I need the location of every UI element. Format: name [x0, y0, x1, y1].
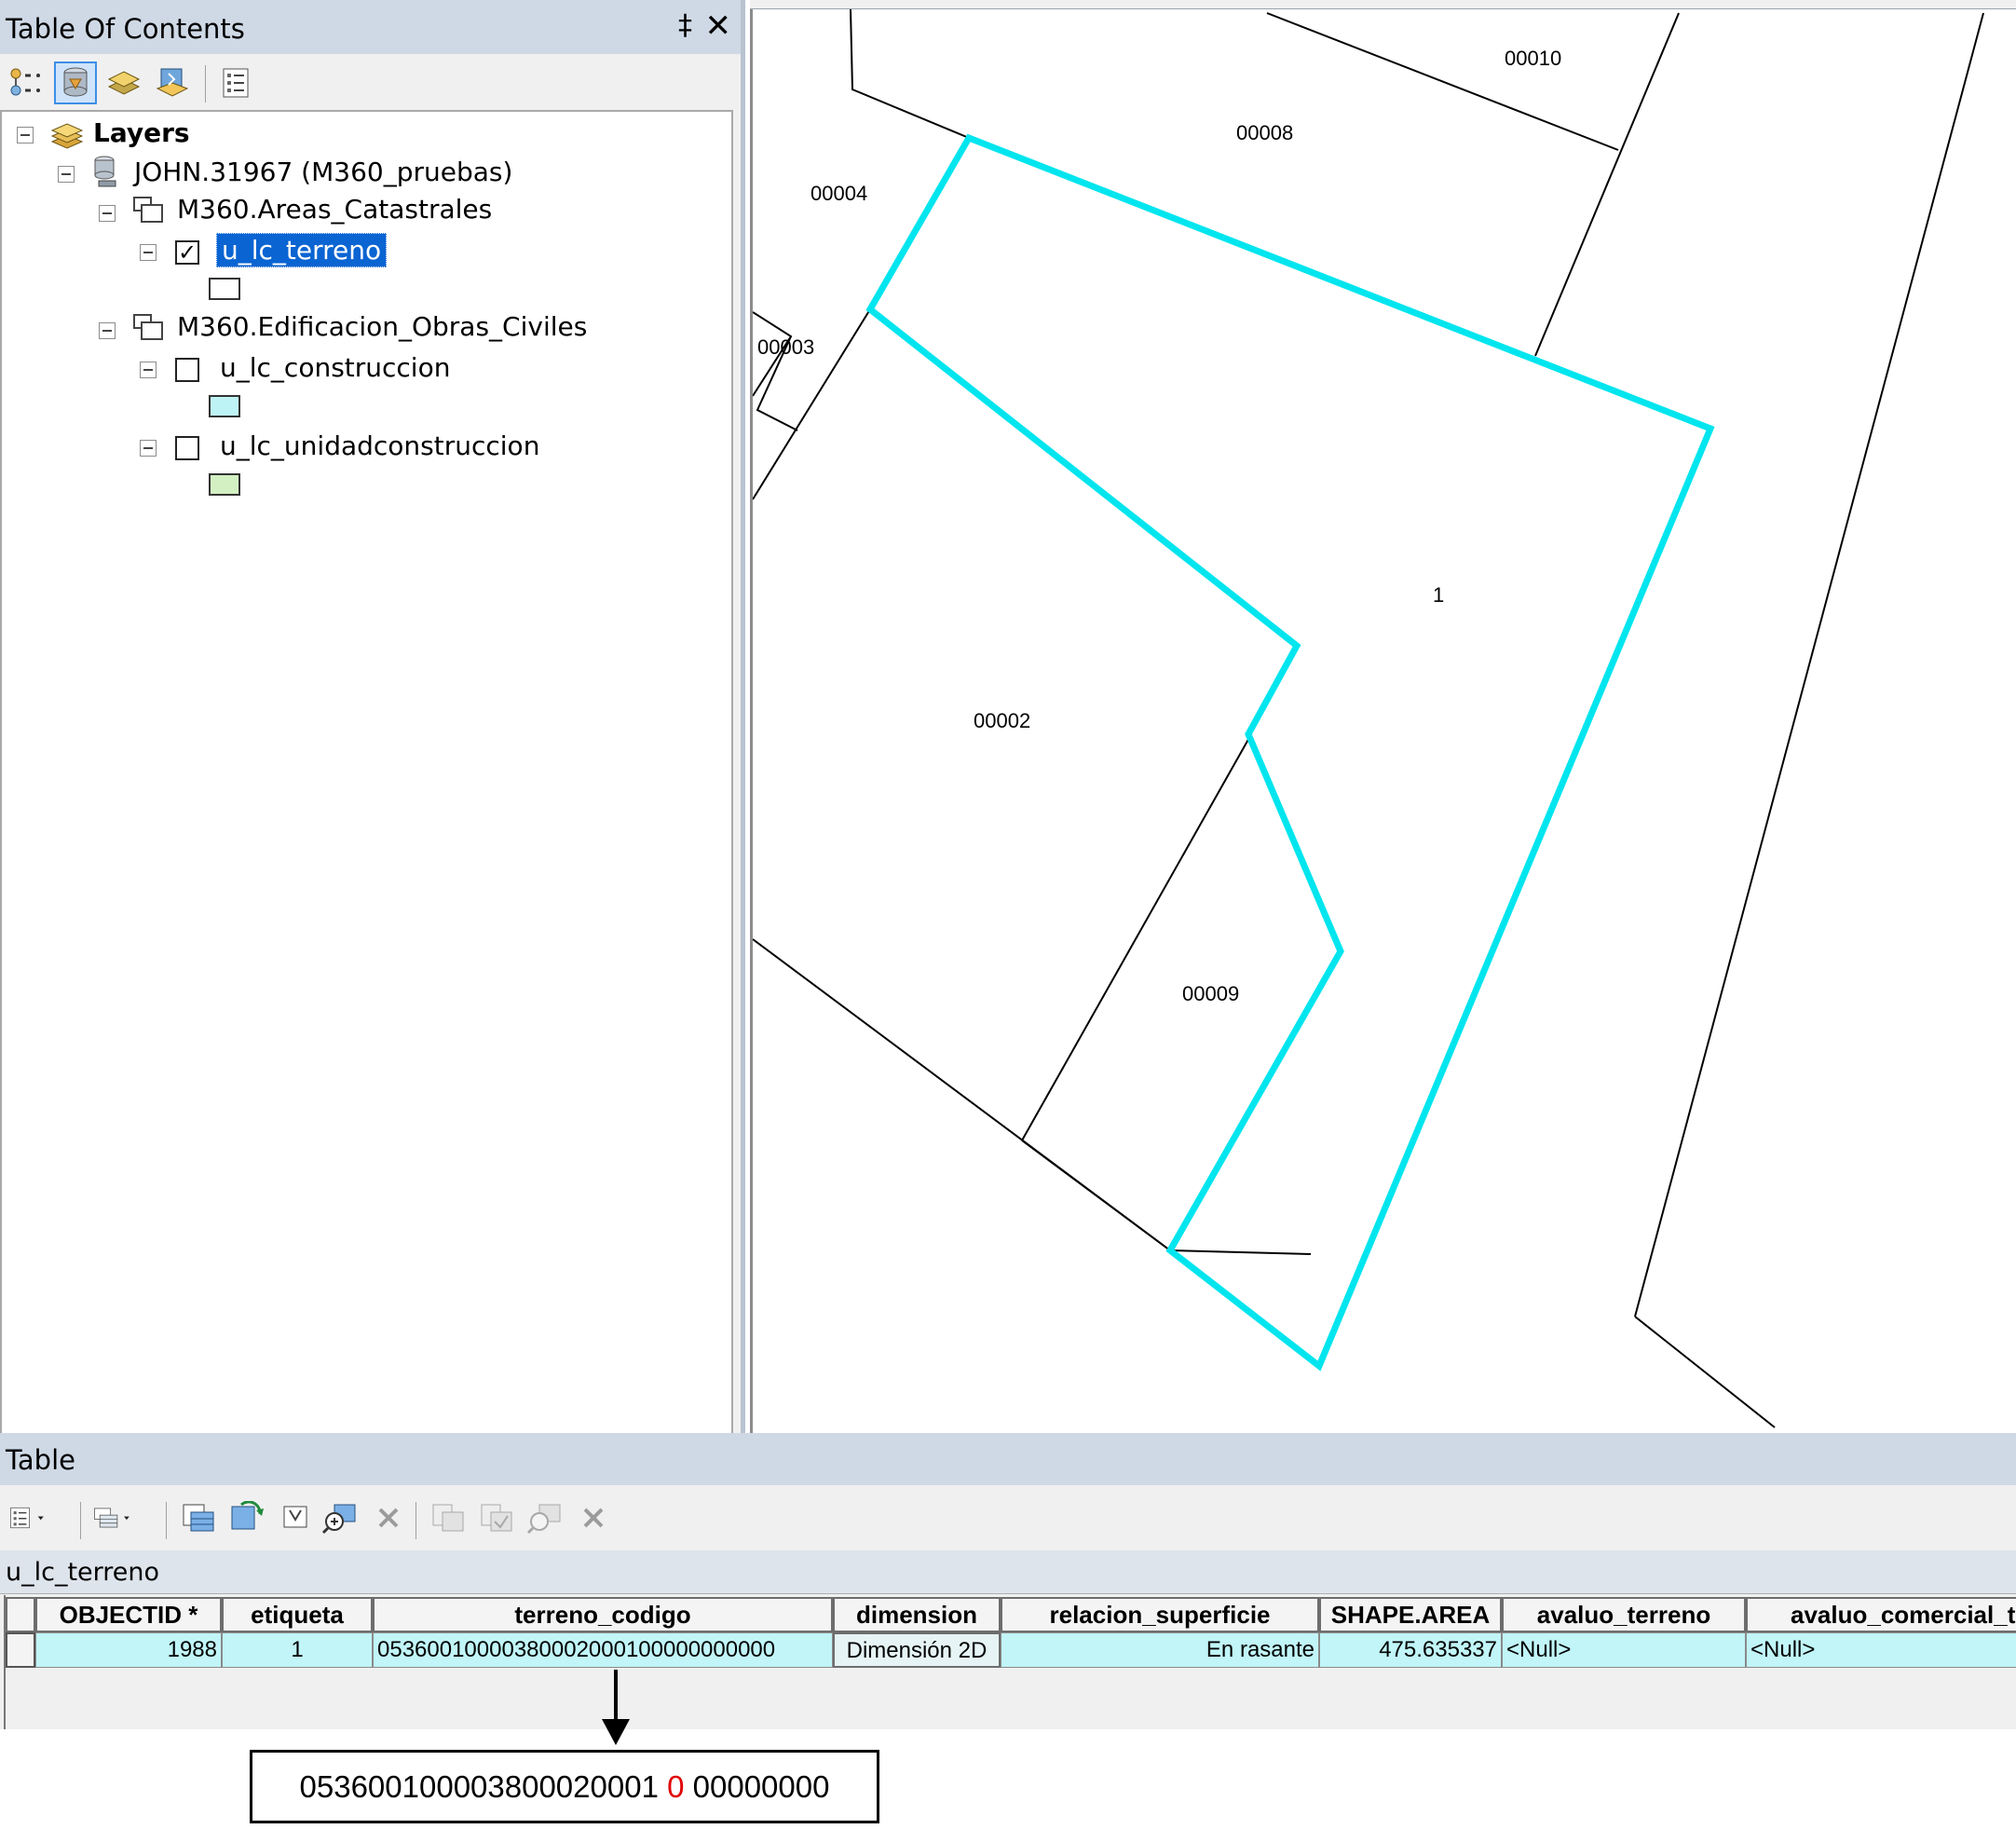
table-cell[interactable]: Dimensión 2D [833, 1632, 1001, 1668]
code-callout-box: 053600100003800020001 0 00000000 [250, 1750, 879, 1823]
table-cell[interactable]: 475.635337 [1319, 1632, 1502, 1668]
column-header[interactable]: relacion_superficie [1001, 1597, 1319, 1632]
callout-code-suffix: 00000000 [684, 1768, 830, 1804]
table-tab-label[interactable]: u_lc_terreno [6, 1558, 159, 1587]
table-cell[interactable]: <Null> [1502, 1632, 1746, 1668]
column-header[interactable]: avaluo_comercial_t [1746, 1597, 2016, 1632]
toolbar-separator [415, 1502, 416, 1539]
list-by-visibility-icon[interactable] [102, 61, 145, 104]
list-by-selection-icon[interactable] [151, 61, 194, 104]
attribute-grid: OBJECTID * etiqueta terreno_codigo dimen… [4, 1595, 2016, 1729]
list-by-drawing-order-icon[interactable] [6, 61, 48, 104]
table-title: Table [6, 1444, 75, 1476]
close-icon[interactable]: ✕ [705, 7, 732, 45]
layer-label-u-lc-construccion[interactable]: u_lc_construccion [220, 352, 450, 383]
layer-visibility-checkbox[interactable] [175, 436, 199, 460]
layer-visibility-checkbox[interactable]: ✓ [175, 240, 199, 265]
symbol-swatch[interactable] [209, 278, 240, 300]
toolbar-separator [80, 1502, 81, 1539]
table-cell[interactable]: 1 [222, 1632, 373, 1668]
toolbar-separator [166, 1502, 167, 1539]
table-cell[interactable]: 05360010000380002000100000000000 [373, 1632, 833, 1668]
parcel-label: 00009 [1182, 982, 1239, 1005]
parcel-label: 00004 [810, 182, 867, 205]
delete-icon[interactable] [572, 1496, 615, 1539]
table-tab[interactable]: u_lc_terreno [0, 1550, 2016, 1594]
parcel-label: 00008 [1236, 121, 1293, 144]
map-canvas[interactable]: 00010 00008 00004 00003 1 00002 00009 [753, 9, 2016, 1433]
collapse-toggle[interactable] [140, 440, 157, 457]
collapse-toggle[interactable] [17, 127, 34, 143]
table-options-icon[interactable] [9, 1496, 52, 1539]
toolbar-separator [205, 65, 206, 102]
layer-label-u-lc-unidadconstruccion[interactable]: u_lc_unidadconstruccion [220, 430, 539, 461]
pin-icon[interactable]: ‡ [678, 9, 692, 42]
switch-selection-icon[interactable] [225, 1496, 268, 1539]
group-label-areas-catastrales[interactable]: M360.Areas_Catastrales [177, 194, 492, 225]
toc-titlebar: Table Of Contents ‡ ✕ [0, 0, 741, 54]
zoom-to-selected-icon[interactable] [319, 1496, 361, 1539]
parcel-label: 00003 [757, 335, 814, 359]
zoom-to-record-icon[interactable] [524, 1496, 566, 1539]
column-header[interactable]: terreno_codigo [373, 1597, 833, 1632]
group-layer-icon [132, 194, 166, 229]
collapse-toggle[interactable] [99, 322, 116, 339]
toc-title: Table Of Contents [6, 13, 245, 45]
parcel-boundaries [753, 9, 1984, 1428]
group-label-edificacion[interactable]: M360.Edificacion_Obras_Civiles [177, 311, 587, 342]
table-titlebar: Table [0, 1433, 2016, 1485]
callout-code-highlight: 0 [667, 1768, 685, 1804]
collapse-toggle[interactable] [140, 244, 157, 261]
table-window: Table u_lc_terreno OBJECTID * etiqueta t… [0, 1433, 2016, 1729]
column-header[interactable]: dimension [833, 1597, 1001, 1632]
related-tables-icon[interactable] [93, 1496, 136, 1539]
callout-code-prefix: 053600100003800020001 [299, 1768, 668, 1804]
collapse-toggle[interactable] [58, 166, 75, 183]
collapse-toggle[interactable] [140, 362, 157, 378]
clear-selection-icon[interactable] [274, 1496, 317, 1539]
callout-arrow-shaft [614, 1670, 618, 1724]
group-layer-icon [132, 311, 166, 347]
database-connection-icon [91, 155, 121, 192]
table-cell[interactable]: En rasante [1001, 1632, 1319, 1668]
row-selector-header[interactable] [6, 1597, 35, 1632]
layer-label-u-lc-terreno[interactable]: u_lc_terreno [216, 233, 388, 267]
selected-parcel-outline[interactable] [865, 133, 1715, 1372]
toc-toolbar [0, 54, 741, 110]
table-cell[interactable]: 1988 [35, 1632, 222, 1668]
column-header[interactable]: SHAPE.AREA [1319, 1597, 1502, 1632]
layers-root-label[interactable]: Layers [93, 117, 190, 148]
column-header[interactable]: avaluo_terreno [1502, 1597, 1746, 1632]
copy-selected-icon[interactable] [427, 1496, 470, 1539]
options-icon[interactable] [214, 61, 257, 104]
row-selector[interactable] [6, 1632, 35, 1668]
parcel-label: 00010 [1505, 47, 1561, 70]
paste-icon[interactable] [475, 1496, 518, 1539]
layers-icon [48, 119, 86, 155]
table-toolbar [0, 1485, 2016, 1550]
map-view[interactable]: 00010 00008 00004 00003 1 00002 00009 [750, 9, 2016, 1433]
delete-selected-icon[interactable] [367, 1496, 410, 1539]
table-of-contents-panel: Table Of Contents ‡ ✕ Layers JOHN.31967 … [0, 0, 745, 1435]
select-by-attributes-icon[interactable] [177, 1496, 220, 1539]
column-header[interactable]: etiqueta [222, 1597, 373, 1632]
table-cell[interactable]: <Null> [1746, 1632, 2016, 1668]
layer-visibility-checkbox[interactable] [175, 358, 199, 382]
layer-tree: Layers JOHN.31967 (M360_pruebas) M360.Ar… [0, 110, 733, 1435]
list-by-source-icon[interactable] [54, 61, 97, 104]
parcel-label: 1 [1433, 583, 1444, 607]
callout-arrow-head [602, 1719, 630, 1745]
column-header[interactable]: OBJECTID * [35, 1597, 222, 1632]
symbol-swatch[interactable] [209, 395, 240, 417]
connection-label[interactable]: JOHN.31967 (M360_pruebas) [134, 157, 512, 187]
parcel-label: 00002 [974, 709, 1030, 732]
collapse-toggle[interactable] [99, 205, 116, 222]
symbol-swatch[interactable] [209, 473, 240, 496]
